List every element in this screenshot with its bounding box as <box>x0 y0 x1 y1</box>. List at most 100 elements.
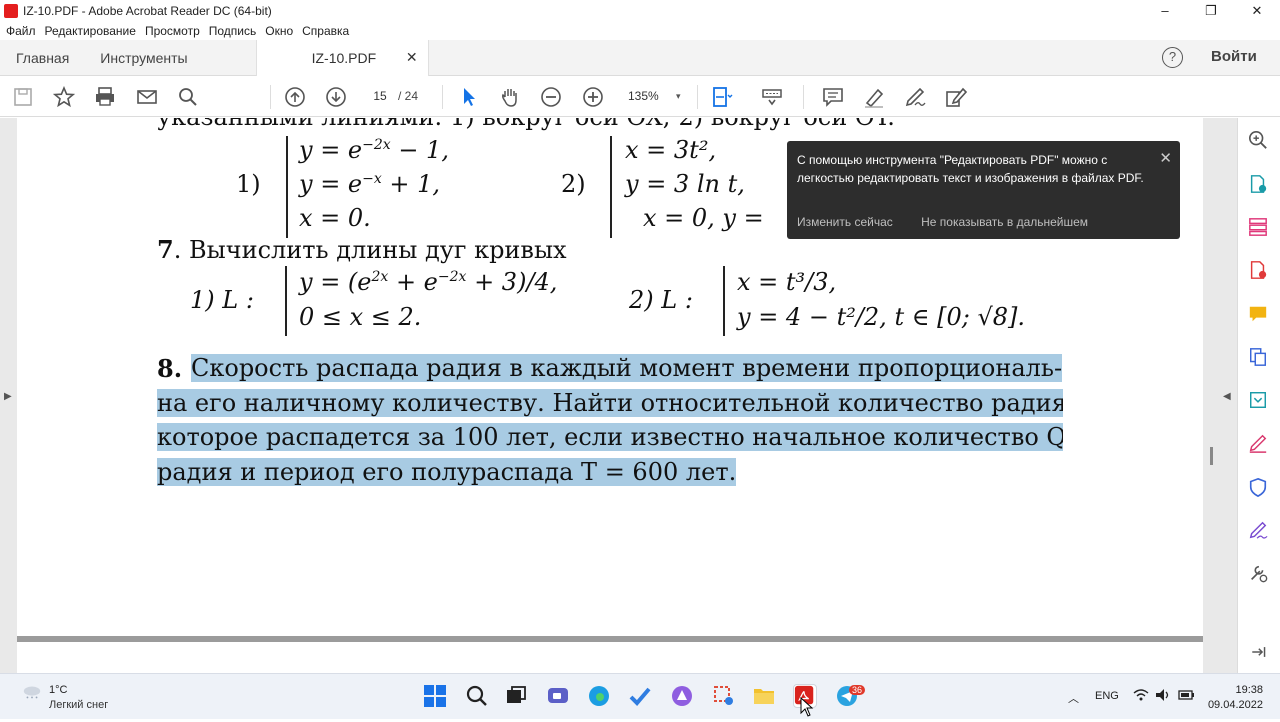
todo-app-icon[interactable] <box>628 684 652 708</box>
doc-t7-2-line2: y = 4 − t²/2, t ∈ [0; √8]. <box>737 303 1026 331</box>
menu-bar: Файл Редактирование Просмотр Подпись Окн… <box>0 21 1280 40</box>
search-icon[interactable] <box>175 84 201 110</box>
snipping-tool-icon[interactable] <box>712 684 736 708</box>
doc-task8-line1: Скорость распада радия в каждый момент в… <box>191 354 1063 382</box>
print-icon[interactable] <box>92 84 118 110</box>
zoom-out-icon[interactable] <box>538 84 564 110</box>
tab-document[interactable]: IZ-10.PDF ✕ <box>255 39 429 76</box>
doc-task8-line2: на его наличному количеству. Найти относ… <box>157 389 1063 417</box>
next-page-icon[interactable] <box>323 84 349 110</box>
tray-chevron-icon[interactable]: ︿ <box>1068 690 1079 706</box>
weather-temperature: 1°C <box>49 684 68 696</box>
protect-icon[interactable] <box>1247 476 1269 498</box>
menu-view[interactable]: Просмотр <box>145 24 200 38</box>
save-icon[interactable] <box>10 84 36 110</box>
notification-badge: 36 <box>849 685 866 695</box>
menu-sign[interactable]: Подпись <box>209 24 257 38</box>
task-view-icon[interactable] <box>504 684 528 708</box>
organize-pages-icon[interactable] <box>1247 216 1269 238</box>
export-pdf-icon[interactable] <box>1247 173 1269 195</box>
tab-bar: Главная Инструменты IZ-10.PDF ✕ <box>0 39 1280 76</box>
menu-file[interactable]: Файл <box>6 24 36 38</box>
left-panel-toggle-icon[interactable]: ▶ <box>4 391 12 402</box>
doc-t7-2-line1: x = t³/3, <box>737 268 837 296</box>
edge-browser-icon[interactable] <box>587 684 611 708</box>
select-cursor-icon[interactable] <box>456 84 482 110</box>
collapse-panel-icon[interactable] <box>1247 641 1269 663</box>
chevron-down-icon: ▾ <box>676 91 681 101</box>
snow-cloud-icon[interactable] <box>22 684 42 700</box>
tip-text: С помощью инструмента "Редактировать PDF… <box>797 153 1144 185</box>
tab-tools[interactable]: Инструменты <box>85 40 203 75</box>
zoom-panel-icon[interactable] <box>1247 129 1269 151</box>
help-icon[interactable]: ? <box>1162 47 1183 68</box>
volume-icon[interactable] <box>1155 688 1171 705</box>
doc-t7-2-label: 2) L : <box>629 286 693 314</box>
create-pdf-icon[interactable] <box>1247 259 1269 281</box>
close-icon[interactable]: ✕ <box>1159 150 1172 168</box>
teams-chat-icon[interactable] <box>546 684 570 708</box>
star-icon[interactable] <box>51 84 77 110</box>
title-bar: IZ-10.PDF - Adobe Acrobat Reader DC (64-… <box>0 0 1280 21</box>
mail-icon[interactable] <box>134 84 160 110</box>
taskbar-search-icon[interactable] <box>465 684 489 708</box>
doc-t7-1-line1: y = (e2x + e−2x + 3)/4, <box>299 268 558 296</box>
clock-date: 09.04.2022 <box>1207 699 1263 711</box>
doc-p2-number: 2) <box>561 170 586 198</box>
toolbar-separator <box>697 85 698 109</box>
tab-close-icon[interactable]: ✕ <box>406 49 418 66</box>
dont-show-again-link[interactable]: Не показывать в дальнейшем <box>921 215 1088 229</box>
doc-task8-line3: которое распадется за 100 лет, если изве… <box>157 423 1063 451</box>
doc-t7-1-line2: 0 ≤ x ≤ 2. <box>299 303 422 331</box>
highlight-pen-icon[interactable] <box>861 84 887 110</box>
toolbar-separator <box>270 85 271 109</box>
doc-p1-line1: y = e−2x − 1, <box>299 136 449 164</box>
close-window-button[interactable]: ✕ <box>1234 0 1280 21</box>
page-number-input[interactable]: 15 <box>366 86 394 106</box>
edit-now-link[interactable]: Изменить сейчас <box>797 215 893 229</box>
windows-start-icon[interactable] <box>423 684 447 708</box>
system-bracket <box>723 266 725 336</box>
file-explorer-icon[interactable] <box>752 684 776 708</box>
system-bracket <box>286 136 288 238</box>
doc-t7-1-label: 1) L : <box>190 286 254 314</box>
signin-button[interactable]: Войти <box>1211 48 1257 65</box>
toolbar-separator <box>442 85 443 109</box>
keyboard-icon[interactable] <box>759 84 785 110</box>
draw-pen-icon[interactable] <box>902 84 928 110</box>
purple-app-icon[interactable] <box>670 684 694 708</box>
combine-files-icon[interactable] <box>1247 346 1269 368</box>
battery-icon[interactable] <box>1177 688 1195 705</box>
minimize-button[interactable]: – <box>1142 0 1188 21</box>
fill-sign-icon[interactable] <box>1247 432 1269 454</box>
menu-help[interactable]: Справка <box>302 24 349 38</box>
menu-window[interactable]: Окно <box>265 24 293 38</box>
hand-tool-icon[interactable] <box>497 84 523 110</box>
zoom-dropdown[interactable]: 135% ▾ <box>628 86 688 106</box>
doc-p2-line3: x = 0, y = <box>643 204 764 232</box>
clock-time: 19:38 <box>1235 684 1263 696</box>
right-panel-toggle-icon[interactable]: ◀ <box>1223 391 1231 402</box>
wifi-icon[interactable] <box>1133 688 1149 705</box>
language-indicator[interactable]: ENG <box>1095 690 1119 702</box>
menu-edit[interactable]: Редактирование <box>45 24 136 38</box>
zoom-in-icon[interactable] <box>580 84 606 110</box>
more-tools-icon[interactable] <box>1247 562 1269 584</box>
comment-panel-icon[interactable] <box>1247 303 1269 325</box>
weather-description: Легкий снег <box>49 699 109 711</box>
mouse-cursor-icon <box>800 696 814 722</box>
fit-page-icon[interactable] <box>709 84 735 110</box>
taskbar-clock[interactable]: 19:38 09.04.2022 <box>1207 683 1263 713</box>
signature-icon[interactable] <box>1247 519 1269 541</box>
compress-pdf-icon[interactable] <box>1247 389 1269 411</box>
comment-icon[interactable] <box>820 84 846 110</box>
maximize-button[interactable]: ❐ <box>1188 0 1234 21</box>
pdf-page-next <box>17 642 1203 673</box>
previous-page-icon[interactable] <box>282 84 308 110</box>
doc-p1-line2: y = e−x + 1, <box>299 170 441 198</box>
tab-home[interactable]: Главная <box>0 40 85 75</box>
scrollbar-thumb[interactable] <box>1210 447 1213 465</box>
edit-pdf-icon[interactable] <box>943 84 969 110</box>
tab-document-label: IZ-10.PDF <box>311 49 377 66</box>
window-title: IZ-10.PDF - Adobe Acrobat Reader DC (64-… <box>23 3 272 18</box>
